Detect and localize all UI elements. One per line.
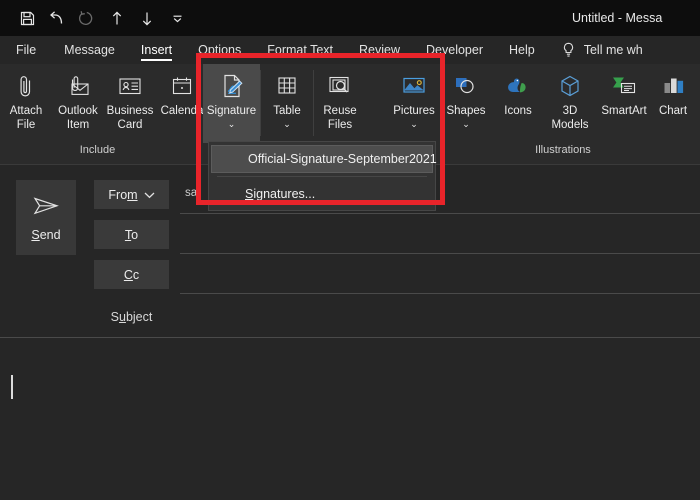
tab-format-text[interactable]: Format Text [254, 36, 346, 64]
ribbon-button-label: Business [106, 105, 154, 117]
chart-icon [660, 71, 686, 101]
ribbon-button-icons[interactable]: Icons [492, 64, 544, 143]
redo-icon [74, 5, 100, 31]
ribbon-button-label: Shapes [446, 105, 486, 117]
ribbon-group-tables-links: Signature ⌄ Table ⌄ Reuse Files [203, 64, 366, 143]
ribbon-group-label-include: Include [79, 144, 116, 156]
chevron-down-icon[interactable]: ⌄ [410, 119, 418, 129]
ribbon-button-label: Pictures [393, 105, 435, 117]
ribbon-button-label2: File [16, 118, 36, 131]
subject-label: Subject [110, 310, 153, 324]
cc-label: Cc [123, 267, 140, 282]
send-paperplane-icon [31, 194, 61, 221]
quick-access-toolbar [0, 5, 190, 31]
ribbon-button-label2: Files [327, 118, 353, 131]
ribbon-tabs: File Message Insert Options Format Text … [0, 36, 700, 64]
ribbon-button-signature[interactable]: Signature ⌄ [203, 64, 260, 143]
ribbon-button-label: 3D [562, 105, 578, 117]
undo-icon[interactable] [44, 5, 70, 31]
smartart-icon [608, 71, 640, 101]
ribbon-button-label: Table [273, 105, 301, 117]
tab-insert[interactable]: Insert [128, 36, 185, 64]
cube-3d-icon [556, 71, 584, 101]
send-button[interactable]: Send [16, 180, 76, 255]
paperclip-icon [13, 71, 39, 101]
ribbon-button-outlook-item[interactable]: Outlook Item [52, 64, 104, 143]
ribbon-button-label: Chart [658, 105, 688, 117]
message-body[interactable] [0, 337, 700, 500]
ribbon-button-label2: Item [66, 118, 90, 131]
from-label: From [108, 187, 138, 202]
ribbon-group-illustrations: Pictures ⌄ Shapes ⌄ Icons 3D Models Smar… [388, 64, 700, 156]
ribbon-group-label-illustrations: Illustrations [535, 144, 591, 156]
customize-quick-access-toolbar-icon[interactable] [164, 5, 190, 31]
pictures-icon [399, 71, 429, 101]
envelope-attach-icon [63, 71, 93, 101]
ribbon-button-chart[interactable]: Chart [652, 64, 694, 143]
text-cursor [11, 375, 13, 399]
calendar-icon [168, 71, 196, 101]
ribbon-button-reuse-files[interactable]: Reuse Files [314, 64, 366, 143]
table-grid-icon [273, 71, 301, 101]
signature-dropdown-menu: Official-Signature-September2021 Signatu… [208, 141, 437, 211]
cc-button[interactable]: Cc [94, 260, 169, 289]
title-bar: Untitled - Messa [0, 0, 700, 36]
ribbon-button-label: Scree [694, 105, 700, 119]
ribbon-button-label2: Models [551, 118, 589, 131]
chevron-down-icon [144, 191, 155, 199]
tell-me-search[interactable]: Tell me wh [548, 36, 643, 64]
contact-card-icon [115, 71, 145, 101]
signature-pen-icon [217, 71, 247, 101]
chevron-down-icon[interactable]: ⌄ [228, 119, 236, 129]
tab-developer[interactable]: Developer [413, 36, 496, 64]
lightbulb-icon [562, 42, 575, 58]
tab-options[interactable]: Options [185, 36, 254, 64]
tab-file[interactable]: File [0, 36, 51, 64]
reuse-files-icon [325, 71, 355, 101]
ribbon-button-smartart[interactable]: SmartArt [596, 64, 652, 143]
from-button[interactable]: From [94, 180, 169, 209]
ribbon-button-label: SmartArt [601, 105, 647, 117]
icons-bird-icon [503, 71, 533, 101]
tell-me-label: Tell me wh [583, 43, 643, 57]
ribbon-button-shapes[interactable]: Shapes ⌄ [440, 64, 492, 143]
ribbon-button-label: Reuse [323, 105, 357, 117]
ribbon-button-table[interactable]: Table ⌄ [261, 64, 313, 143]
cc-field-underline [180, 293, 700, 294]
send-label: Send [31, 227, 61, 242]
to-label: To [124, 227, 139, 242]
tab-review[interactable]: Review [346, 36, 413, 64]
signature-menu-item-official[interactable]: Official-Signature-September2021 [211, 145, 437, 173]
ribbon-button-calendar[interactable]: Calenda [156, 64, 208, 143]
shapes-icon [451, 71, 481, 101]
ribbon-button-label: Calenda [160, 105, 204, 117]
save-icon[interactable] [14, 5, 40, 31]
chevron-down-icon[interactable]: ⌄ [283, 119, 291, 129]
tab-help[interactable]: Help [496, 36, 548, 64]
ribbon-button-label: Icons [504, 105, 532, 117]
from-field-underline [180, 213, 700, 214]
ribbon-button-label2: Card [117, 118, 143, 131]
ribbon-button-pictures[interactable]: Pictures ⌄ [388, 64, 440, 143]
tab-message[interactable]: Message [51, 36, 128, 64]
ribbon-button-3d-models[interactable]: 3D Models [544, 64, 596, 143]
signature-menu-item-signatures[interactable]: Signatures... [209, 180, 435, 208]
next-item-icon[interactable] [134, 5, 160, 31]
ribbon-button-business-card[interactable]: Business Card [104, 64, 156, 143]
ribbon-button-label: Outlook [58, 105, 98, 117]
ribbon-button-attach-file[interactable]: Attach File [0, 64, 52, 143]
ribbon-group-include: Attach File Outlook Item Business Card C… [0, 64, 208, 156]
to-button[interactable]: To [94, 220, 169, 249]
ribbon-button-label: Signature [206, 105, 257, 117]
menu-separator [217, 176, 427, 177]
to-field-underline [180, 253, 700, 254]
chevron-down-icon[interactable]: ⌄ [462, 119, 470, 129]
from-value[interactable]: sa [185, 187, 197, 199]
window-title: Untitled - Messa [572, 11, 663, 25]
ribbon-button-label: Attach [9, 105, 43, 117]
ribbon-button-screenshot[interactable]: Scree [694, 64, 700, 143]
previous-item-icon[interactable] [104, 5, 130, 31]
